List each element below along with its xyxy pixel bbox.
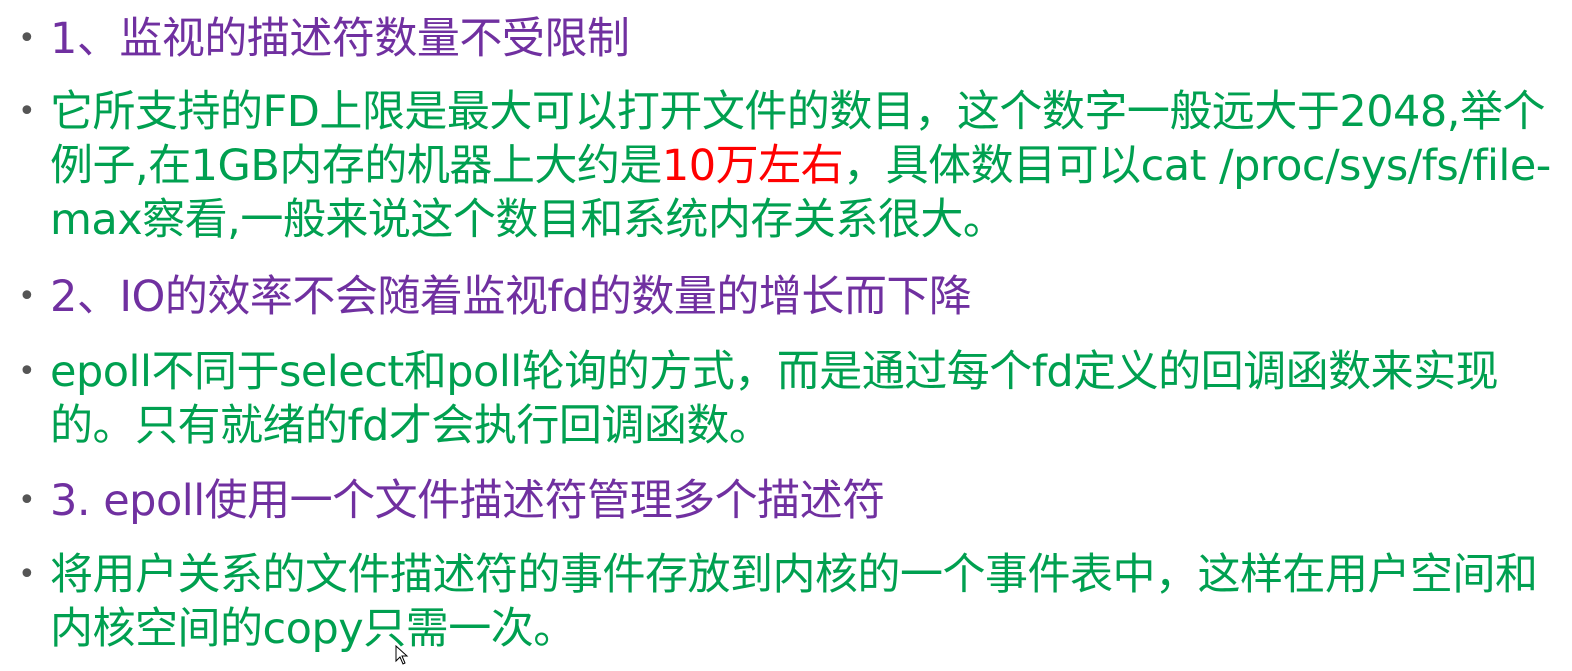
bullet-dot: • bbox=[18, 354, 36, 389]
epoll-callback-text: epoll不同于select和poll轮询的方式，而是通过每个fd定义的回调函数… bbox=[50, 347, 1499, 451]
bullet-item-epoll-callback: • epoll不同于select和poll轮询的方式，而是通过每个fd定义的回调… bbox=[14, 345, 1554, 453]
heading-single-fd: 3. epoll使用一个文件描述符管理多个描述符 bbox=[50, 476, 885, 526]
fd-limit-highlight: 10万左右 bbox=[661, 141, 844, 191]
heading-io-efficiency: 2、IO的效率不会随着监视fd的数量的增长而下降 bbox=[50, 272, 972, 322]
bullet-item-event-table: • 将用户关系的文件描述符的事件存放到内核的一个事件表中，这样在用户空间和内核空… bbox=[14, 548, 1554, 656]
bullet-dot: • bbox=[18, 557, 36, 592]
bullet-dot: • bbox=[18, 483, 36, 518]
bullet-item-heading-3: • 3. epoll使用一个文件描述符管理多个描述符 bbox=[14, 474, 1554, 528]
bullet-dot: • bbox=[18, 279, 36, 314]
bullet-dot: • bbox=[18, 21, 36, 56]
bullet-item-heading-2: • 2、IO的效率不会随着监视fd的数量的增长而下降 bbox=[14, 270, 1554, 324]
heading-fd-limit: 1、监视的描述符数量不受限制 bbox=[50, 14, 630, 64]
bullet-item-heading-1: • 1、监视的描述符数量不受限制 bbox=[14, 12, 1554, 66]
bullet-dot: • bbox=[18, 94, 36, 129]
mouse-pointer-icon bbox=[395, 645, 409, 665]
bullet-item-fd-limit-detail: • 它所支持的FD上限是最大可以打开文件的数目，这个数字一般远大于2048,举个… bbox=[14, 85, 1554, 247]
fd-limit-detail-text: 它所支持的FD上限是最大可以打开文件的数目，这个数字一般远大于2048,举个例子… bbox=[50, 85, 1554, 247]
event-table-text: 将用户关系的文件描述符的事件存放到内核的一个事件表中，这样在用户空间和内核空间的… bbox=[50, 550, 1538, 654]
slide: • 1、监视的描述符数量不受限制 • 它所支持的FD上限是最大可以打开文件的数目… bbox=[0, 0, 1572, 671]
